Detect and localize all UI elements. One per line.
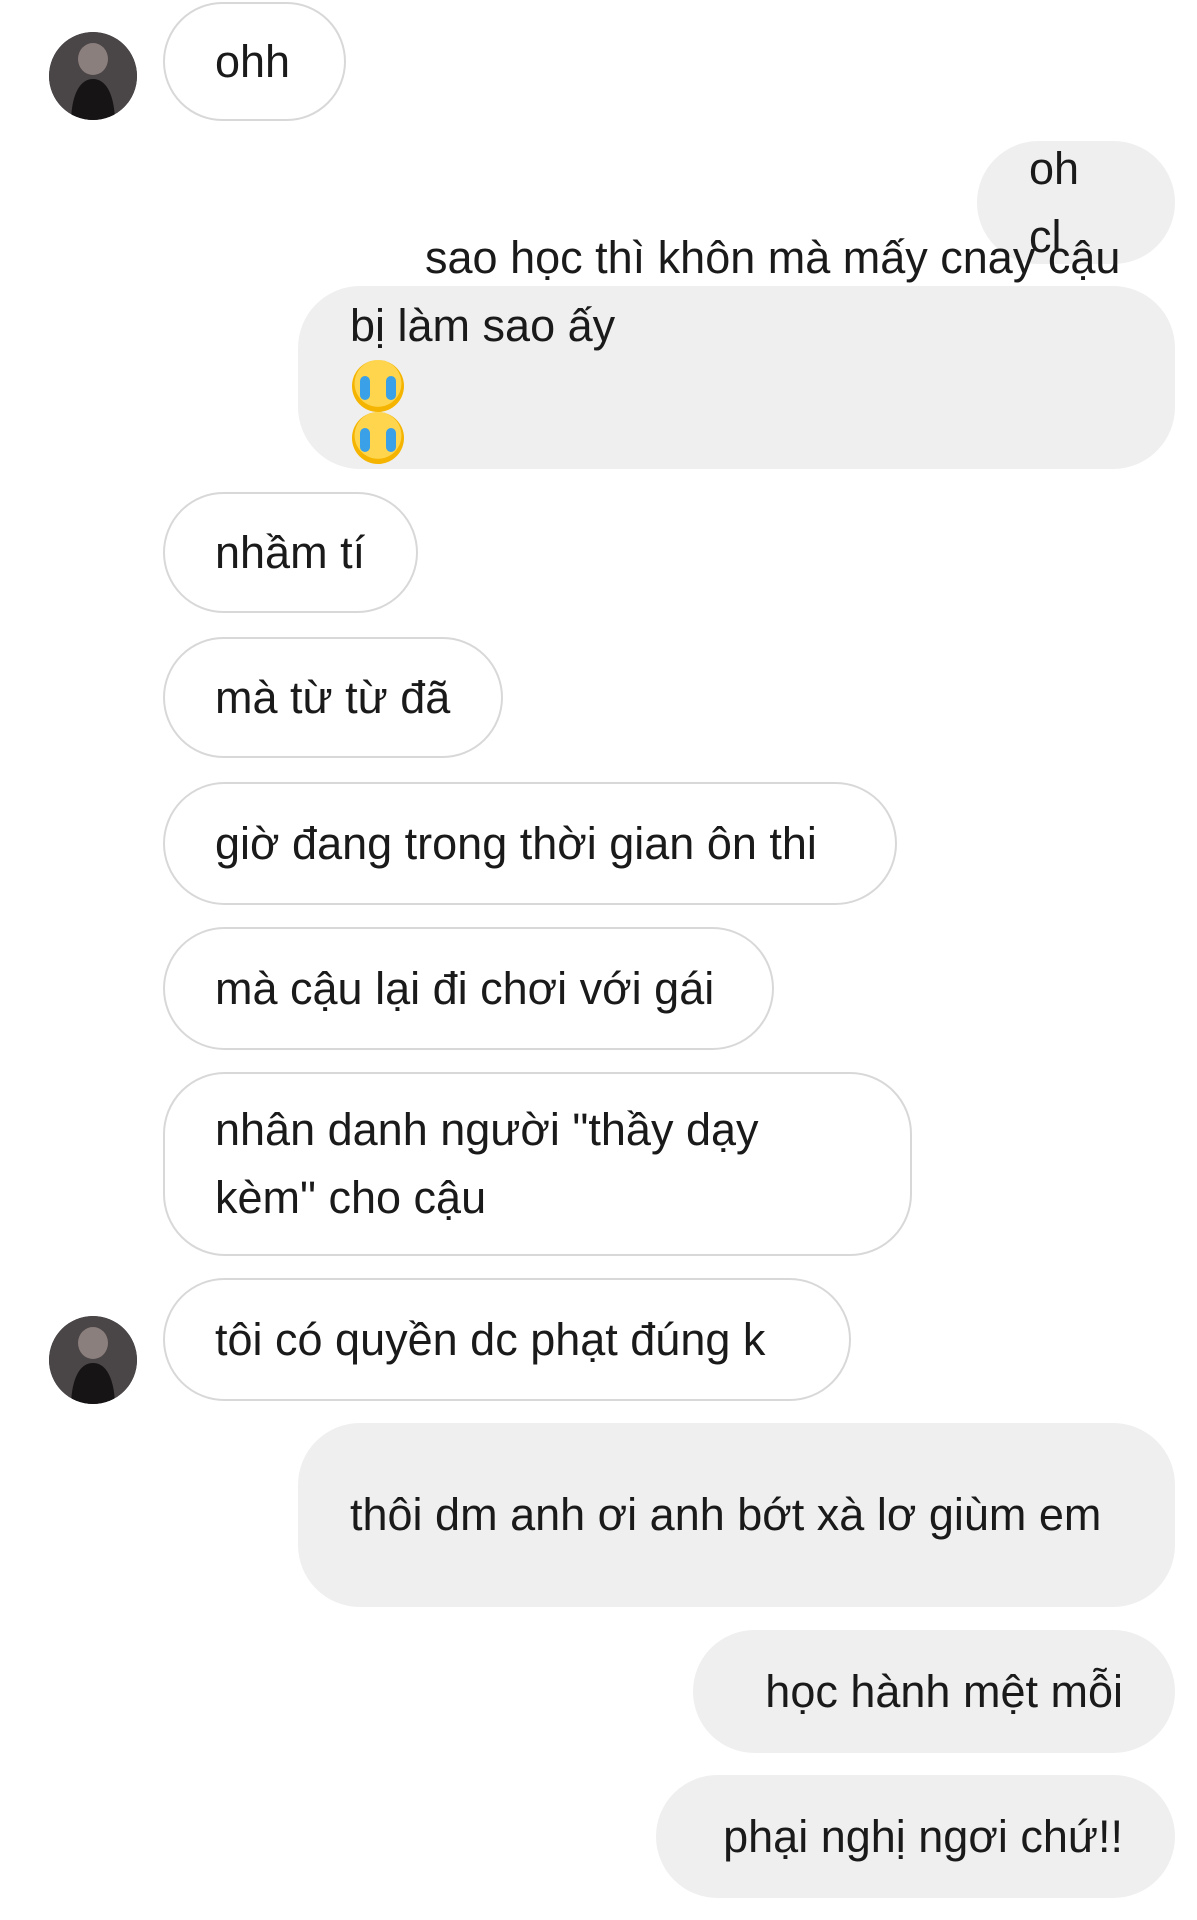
message-text: tôi có quyền dc phạt đúng k xyxy=(215,1313,766,1365)
message-bubble-incoming[interactable]: tôi có quyền dc phạt đúng k xyxy=(163,1278,851,1401)
message-text: học hành mệt mỗi xyxy=(765,1665,1123,1717)
message-text-wrap: sao học thì khôn mà mấy cnay cậu bị làm … xyxy=(350,156,1123,600)
contact-avatar-icon[interactable] xyxy=(49,32,137,120)
crying-face-emoji xyxy=(352,359,404,412)
chat-screen: ohh oh cl sao học thì khôn mà mấy cnay c… xyxy=(0,0,1197,1920)
message-bubble-outgoing[interactable]: học hành mệt mỗi xyxy=(693,1630,1175,1753)
contact-avatar-icon[interactable] xyxy=(49,1316,137,1404)
message-bubble-incoming[interactable]: nhân danh người "thầy dạy kèm" cho cậu xyxy=(163,1072,912,1256)
avatar-image xyxy=(49,32,137,120)
message-text: ohh xyxy=(215,35,291,87)
message-text: mà cậu lại đi chơi với gái xyxy=(215,962,715,1014)
message-text: thôi dm anh ơi anh bớt xà lơ giùm em xyxy=(350,1489,1102,1540)
message-text: mà từ từ đã xyxy=(215,671,451,723)
message-text: nhân danh người "thầy dạy kèm" cho cậu xyxy=(215,1104,772,1223)
message-text: sao học thì khôn mà mấy cnay cậu bị làm … xyxy=(350,231,1133,351)
message-bubble-incoming[interactable]: mà từ từ đã xyxy=(163,637,503,758)
crying-face-emoji xyxy=(352,411,404,464)
message-bubble-incoming[interactable]: nhầm tí xyxy=(163,492,418,613)
message-text: giờ đang trong thời gian ôn thi xyxy=(215,817,817,869)
message-text: phại nghị ngơi chứ!! xyxy=(723,1810,1123,1862)
message-text: nhầm tí xyxy=(215,526,366,578)
message-bubble-outgoing[interactable]: sao học thì khôn mà mấy cnay cậu bị làm … xyxy=(298,232,1175,469)
message-bubble-outgoing[interactable]: phại nghị ngơi chứ!! xyxy=(656,1775,1175,1898)
message-bubble-outgoing[interactable]: thôi dm anh ơi anh bớt xà lơ giùm em xyxy=(298,1423,1175,1607)
message-bubble-incoming[interactable]: ohh xyxy=(163,2,346,121)
message-bubble-incoming[interactable]: giờ đang trong thời gian ôn thi xyxy=(163,782,897,905)
avatar-image xyxy=(49,1316,137,1404)
message-bubble-incoming[interactable]: mà cậu lại đi chơi với gái xyxy=(163,927,774,1050)
